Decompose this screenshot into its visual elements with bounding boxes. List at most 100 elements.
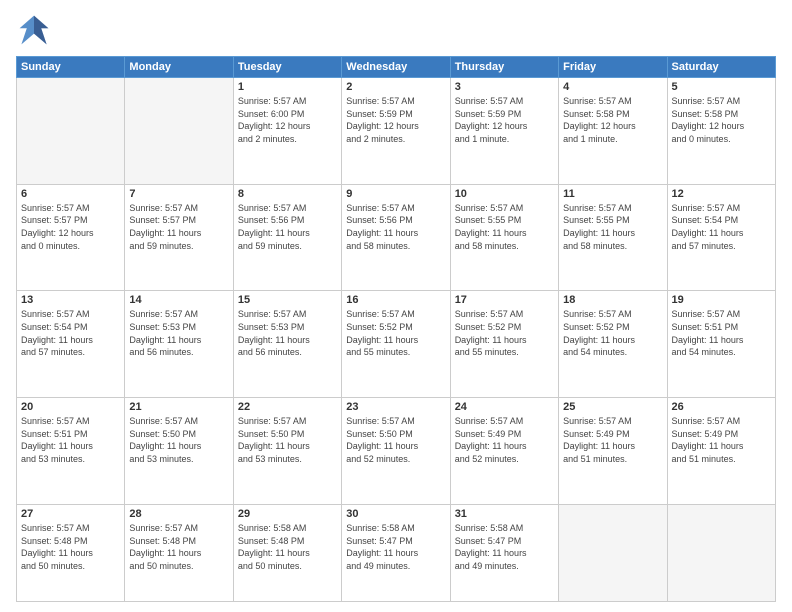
day-info: Sunrise: 5:57 AM Sunset: 5:51 PM Dayligh… — [21, 415, 120, 465]
calendar-cell — [667, 504, 775, 601]
day-info: Sunrise: 5:57 AM Sunset: 5:50 PM Dayligh… — [346, 415, 445, 465]
day-number: 22 — [238, 401, 337, 413]
day-number: 27 — [21, 508, 120, 520]
weekday-header: Wednesday — [342, 57, 450, 78]
calendar-cell: 19 Sunrise: 5:57 AM Sunset: 5:51 PM Dayli… — [667, 291, 775, 398]
day-number: 2 — [346, 81, 445, 93]
calendar-cell — [559, 504, 667, 601]
day-info: Sunrise: 5:58 AM Sunset: 5:47 PM Dayligh… — [455, 522, 554, 572]
day-info: Sunrise: 5:58 AM Sunset: 5:48 PM Dayligh… — [238, 522, 337, 572]
calendar-week-row: 13 Sunrise: 5:57 AM Sunset: 5:54 PM Dayli… — [17, 291, 776, 398]
calendar-week-row: 27Sunrise: 5:57 AM Sunset: 5:48 PM Dayli… — [17, 504, 776, 601]
calendar-cell: 13 Sunrise: 5:57 AM Sunset: 5:54 PM Dayli… — [17, 291, 125, 398]
calendar-cell: 7 Sunrise: 5:57 AM Sunset: 5:57 PM Daylig… — [125, 184, 233, 291]
calendar-cell: 26 Sunrise: 5:57 AM Sunset: 5:49 PM Dayli… — [667, 398, 775, 505]
day-info: Sunrise: 5:57 AM Sunset: 5:54 PM Dayligh… — [21, 308, 120, 358]
calendar-cell: 15Sunrise: 5:57 AM Sunset: 5:53 PM Dayli… — [233, 291, 341, 398]
calendar-cell: 4 Sunrise: 5:57 AM Sunset: 5:58 PM Daylig… — [559, 78, 667, 185]
day-info: Sunrise: 5:57 AM Sunset: 5:58 PM Dayligh… — [563, 95, 662, 145]
weekday-header: Saturday — [667, 57, 775, 78]
calendar-cell: 25 Sunrise: 5:57 AM Sunset: 5:49 PM Dayli… — [559, 398, 667, 505]
calendar-cell: 3 Sunrise: 5:57 AM Sunset: 5:59 PM Daylig… — [450, 78, 558, 185]
day-number: 4 — [563, 81, 662, 93]
day-number: 3 — [455, 81, 554, 93]
logo-icon — [16, 12, 52, 48]
calendar-cell: 18Sunrise: 5:57 AM Sunset: 5:52 PM Dayli… — [559, 291, 667, 398]
weekday-header: Monday — [125, 57, 233, 78]
day-number: 21 — [129, 401, 228, 413]
day-number: 31 — [455, 508, 554, 520]
day-number: 13 — [21, 294, 120, 306]
calendar-week-row: 6 Sunrise: 5:57 AM Sunset: 5:57 PM Daylig… — [17, 184, 776, 291]
weekday-header: Friday — [559, 57, 667, 78]
calendar-cell: 10 Sunrise: 5:57 AM Sunset: 5:55 PM Dayli… — [450, 184, 558, 291]
day-info: Sunrise: 5:57 AM Sunset: 5:53 PM Dayligh… — [238, 308, 337, 358]
calendar-cell — [17, 78, 125, 185]
weekday-header: Sunday — [17, 57, 125, 78]
weekday-row: SundayMondayTuesdayWednesdayThursdayFrid… — [17, 57, 776, 78]
day-info: Sunrise: 5:57 AM Sunset: 5:55 PM Dayligh… — [455, 202, 554, 252]
calendar-header: SundayMondayTuesdayWednesdayThursdayFrid… — [17, 57, 776, 78]
calendar-cell: 21 Sunrise: 5:57 AM Sunset: 5:50 PM Dayli… — [125, 398, 233, 505]
calendar-cell: 27Sunrise: 5:57 AM Sunset: 5:48 PM Dayli… — [17, 504, 125, 601]
calendar-week-row: 20Sunrise: 5:57 AM Sunset: 5:51 PM Dayli… — [17, 398, 776, 505]
day-number: 17 — [455, 294, 554, 306]
day-number: 30 — [346, 508, 445, 520]
calendar-cell: 23 Sunrise: 5:57 AM Sunset: 5:50 PM Dayli… — [342, 398, 450, 505]
day-number: 8 — [238, 188, 337, 200]
calendar-body: 1 Sunrise: 5:57 AM Sunset: 6:00 PM Daylig… — [17, 78, 776, 602]
calendar-cell: 1 Sunrise: 5:57 AM Sunset: 6:00 PM Daylig… — [233, 78, 341, 185]
day-number: 28 — [129, 508, 228, 520]
calendar-cell: 6 Sunrise: 5:57 AM Sunset: 5:57 PM Daylig… — [17, 184, 125, 291]
calendar-cell: 11 Sunrise: 5:57 AM Sunset: 5:55 PM Dayli… — [559, 184, 667, 291]
calendar-cell: 16 Sunrise: 5:57 AM Sunset: 5:52 PM Dayli… — [342, 291, 450, 398]
calendar-week-row: 1 Sunrise: 5:57 AM Sunset: 6:00 PM Daylig… — [17, 78, 776, 185]
calendar-table: SundayMondayTuesdayWednesdayThursdayFrid… — [16, 56, 776, 602]
day-number: 12 — [672, 188, 771, 200]
calendar-cell: 9 Sunrise: 5:57 AM Sunset: 5:56 PM Daylig… — [342, 184, 450, 291]
day-info: Sunrise: 5:57 AM Sunset: 6:00 PM Dayligh… — [238, 95, 337, 145]
day-number: 25 — [563, 401, 662, 413]
weekday-header: Thursday — [450, 57, 558, 78]
day-number: 23 — [346, 401, 445, 413]
day-info: Sunrise: 5:57 AM Sunset: 5:49 PM Dayligh… — [672, 415, 771, 465]
calendar-cell: 14Sunrise: 5:57 AM Sunset: 5:53 PM Dayli… — [125, 291, 233, 398]
day-info: Sunrise: 5:57 AM Sunset: 5:52 PM Dayligh… — [563, 308, 662, 358]
day-number: 19 — [672, 294, 771, 306]
day-number: 1 — [238, 81, 337, 93]
calendar-cell: 30Sunrise: 5:58 AM Sunset: 5:47 PM Dayli… — [342, 504, 450, 601]
calendar-cell: 31 Sunrise: 5:58 AM Sunset: 5:47 PM Dayli… — [450, 504, 558, 601]
day-info: Sunrise: 5:57 AM Sunset: 5:54 PM Dayligh… — [672, 202, 771, 252]
day-info: Sunrise: 5:57 AM Sunset: 5:57 PM Dayligh… — [129, 202, 228, 252]
calendar-cell: 28Sunrise: 5:57 AM Sunset: 5:48 PM Dayli… — [125, 504, 233, 601]
day-number: 11 — [563, 188, 662, 200]
day-number: 5 — [672, 81, 771, 93]
logo — [16, 12, 56, 48]
day-info: Sunrise: 5:57 AM Sunset: 5:56 PM Dayligh… — [238, 202, 337, 252]
day-info: Sunrise: 5:57 AM Sunset: 5:51 PM Dayligh… — [672, 308, 771, 358]
day-number: 6 — [21, 188, 120, 200]
day-number: 16 — [346, 294, 445, 306]
day-number: 29 — [238, 508, 337, 520]
calendar-cell: 24Sunrise: 5:57 AM Sunset: 5:49 PM Dayli… — [450, 398, 558, 505]
calendar-cell: 22Sunrise: 5:57 AM Sunset: 5:50 PM Dayli… — [233, 398, 341, 505]
day-info: Sunrise: 5:57 AM Sunset: 5:59 PM Dayligh… — [455, 95, 554, 145]
calendar-cell: 17 Sunrise: 5:57 AM Sunset: 5:52 PM Dayli… — [450, 291, 558, 398]
day-info: Sunrise: 5:57 AM Sunset: 5:49 PM Dayligh… — [563, 415, 662, 465]
day-info: Sunrise: 5:57 AM Sunset: 5:56 PM Dayligh… — [346, 202, 445, 252]
calendar-cell: 2 Sunrise: 5:57 AM Sunset: 5:59 PM Daylig… — [342, 78, 450, 185]
header — [16, 12, 776, 48]
day-info: Sunrise: 5:57 AM Sunset: 5:50 PM Dayligh… — [129, 415, 228, 465]
day-info: Sunrise: 5:57 AM Sunset: 5:58 PM Dayligh… — [672, 95, 771, 145]
day-info: Sunrise: 5:57 AM Sunset: 5:59 PM Dayligh… — [346, 95, 445, 145]
day-info: Sunrise: 5:57 AM Sunset: 5:52 PM Dayligh… — [346, 308, 445, 358]
calendar-cell: 20Sunrise: 5:57 AM Sunset: 5:51 PM Dayli… — [17, 398, 125, 505]
day-number: 26 — [672, 401, 771, 413]
day-info: Sunrise: 5:57 AM Sunset: 5:55 PM Dayligh… — [563, 202, 662, 252]
day-number: 10 — [455, 188, 554, 200]
day-info: Sunrise: 5:57 AM Sunset: 5:52 PM Dayligh… — [455, 308, 554, 358]
day-number: 9 — [346, 188, 445, 200]
day-number: 7 — [129, 188, 228, 200]
day-info: Sunrise: 5:57 AM Sunset: 5:49 PM Dayligh… — [455, 415, 554, 465]
day-info: Sunrise: 5:57 AM Sunset: 5:57 PM Dayligh… — [21, 202, 120, 252]
